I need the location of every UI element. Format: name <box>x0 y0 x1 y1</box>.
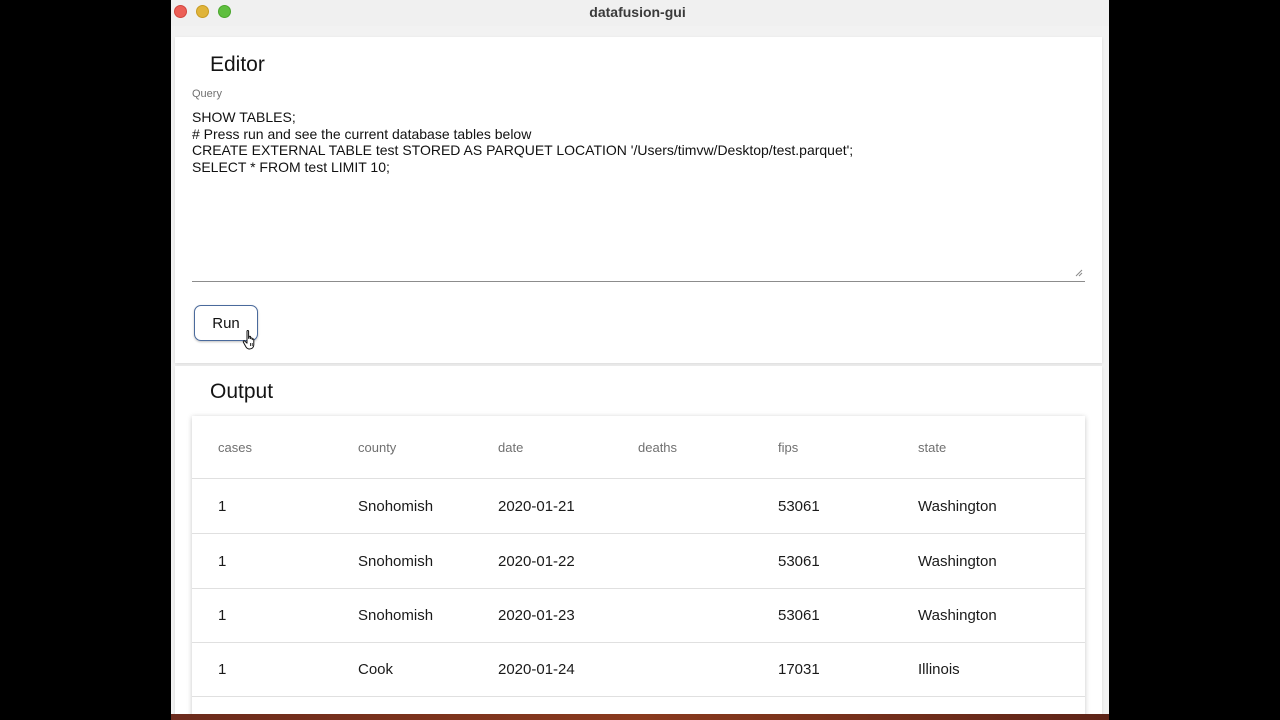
cell-date: 2020-01-22 <box>498 553 575 570</box>
column-header-state[interactable]: state <box>918 440 946 455</box>
table-row[interactable]: 1 Cook 2020-01-24 17031 Illinois <box>192 642 1085 697</box>
output-panel: Output cases county date deaths fips sta… <box>175 366 1102 714</box>
column-header-fips[interactable]: fips <box>778 440 798 455</box>
cell-fips: 53061 <box>778 498 820 515</box>
table-row[interactable]: 1 Snohomish 2020-01-22 53061 Washington <box>192 534 1085 589</box>
window-title: datafusion-gui <box>589 4 686 20</box>
cell-county: Snohomish <box>358 553 434 570</box>
output-heading: Output <box>210 380 274 403</box>
query-label: Query <box>192 88 222 100</box>
cell-county: Snohomish <box>358 607 434 624</box>
cell-county: Cook <box>358 661 394 678</box>
table-row[interactable]: 1 Snohomish 2020-01-23 53061 Washington <box>192 588 1085 643</box>
resize-handle-icon[interactable] <box>1075 269 1083 277</box>
column-header-cases[interactable]: cases <box>218 440 252 455</box>
cell-date: 2020-01-21 <box>498 498 575 515</box>
table-header: cases county date deaths fips state <box>192 416 1085 479</box>
cell-fips: 17031 <box>778 661 820 678</box>
column-header-deaths[interactable]: deaths <box>638 440 677 455</box>
cell-state: Illinois <box>918 661 960 678</box>
query-line: SELECT * FROM test LIMIT 10; <box>192 158 390 175</box>
cell-cases: 1 <box>218 607 227 624</box>
title-bar: datafusion-gui <box>171 0 1109 26</box>
cell-state: Washington <box>918 553 997 570</box>
cell-fips: 53061 <box>778 607 820 624</box>
column-header-date[interactable]: date <box>498 440 523 455</box>
cell-cases: 1 <box>218 553 227 570</box>
cell-state: Washington <box>918 498 997 515</box>
query-line: CREATE EXTERNAL TABLE test STORED AS PAR… <box>192 142 854 158</box>
cell-fips: 53061 <box>778 553 820 570</box>
table-row[interactable]: 1 Snohomish 2020-01-21 53061 Washington <box>192 479 1085 534</box>
query-textarea[interactable]: SHOW TABLES; # Press run and see the cur… <box>192 109 1085 282</box>
cell-date: 2020-01-23 <box>498 607 575 624</box>
editor-heading: Editor <box>210 53 265 76</box>
results-table: cases county date deaths fips state 1 Sn… <box>192 416 1085 714</box>
app-window: datafusion-gui Editor Query SHOW TABLES;… <box>171 0 1109 714</box>
cell-date: 2020-01-24 <box>498 661 575 678</box>
query-line: # Press run and see the current database… <box>192 125 532 142</box>
column-header-county[interactable]: county <box>358 440 396 455</box>
query-line: SHOW TABLES; <box>192 109 296 125</box>
editor-panel: Editor Query SHOW TABLES; # Press run an… <box>175 37 1102 363</box>
cell-cases: 1 <box>218 498 227 515</box>
hand-pointer-icon <box>242 329 255 350</box>
cell-cases: 1 <box>218 661 227 678</box>
cell-state: Washington <box>918 607 997 624</box>
cell-county: Snohomish <box>358 498 434 515</box>
